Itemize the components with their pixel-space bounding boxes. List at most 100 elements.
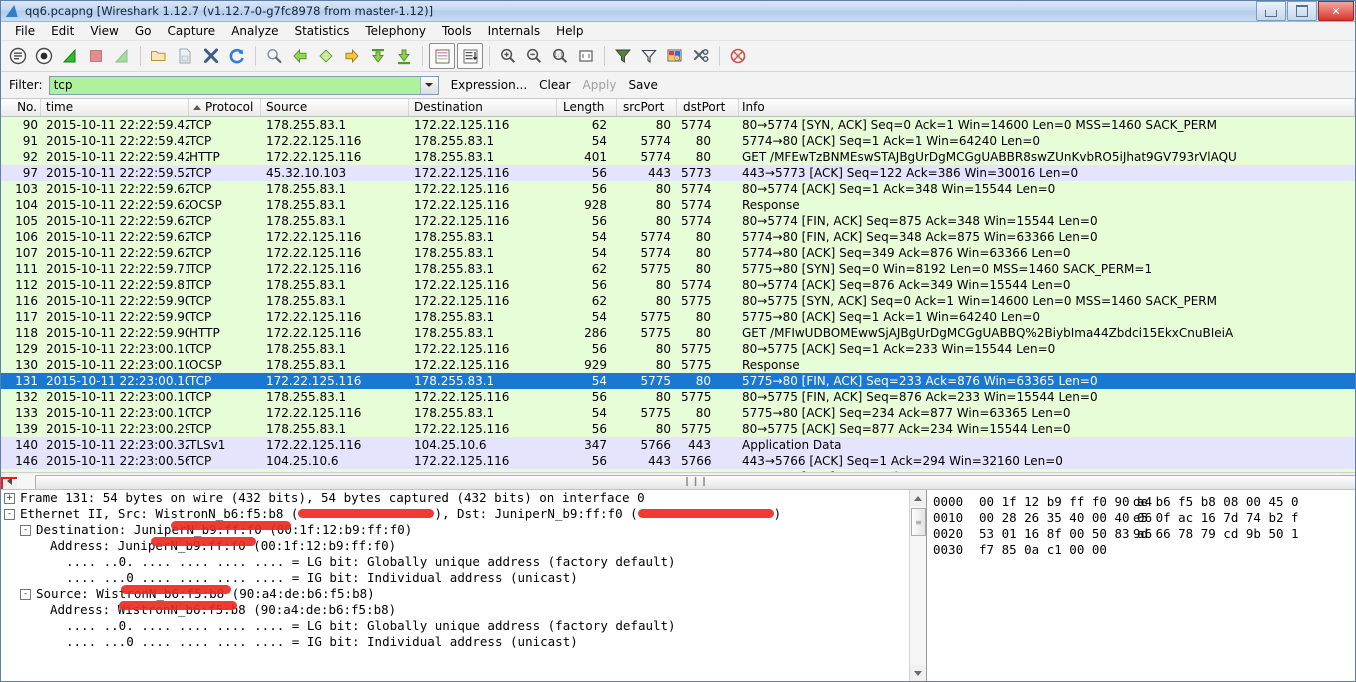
detail-tree-item[interactable]: + Frame 131: 54 bytes on wire (432 bits),… <box>1 490 909 506</box>
hscroll-track[interactable]: ❙❙❙ <box>17 473 1355 489</box>
table-row[interactable]: 132 2015-10-11 22:23:00.10 TCP 178.255.83.1… <box>1 389 1355 405</box>
capture-filters-icon[interactable] <box>611 44 635 68</box>
capture-options-icon[interactable] <box>32 44 56 68</box>
zoom-100-icon[interactable]: 1:1 <box>548 44 572 68</box>
table-row[interactable]: 90 2015-10-11 22:22:59.42 TCP 178.255.83.1 1… <box>1 117 1355 133</box>
packet-list-rows[interactable]: 90 2015-10-11 22:22:59.42 TCP 178.255.83.1 1… <box>1 117 1355 472</box>
auto-scroll-live-capture-icon[interactable] <box>457 43 483 69</box>
collapse-icon[interactable]: - <box>20 524 31 536</box>
menu-go[interactable]: Go <box>127 23 160 39</box>
go-back-icon[interactable] <box>288 44 312 68</box>
detail-tree-item[interactable]: -Source: WistronN_b6:f5:b8 (90:a4:de:b6:… <box>1 585 909 602</box>
column-header-source[interactable]: Source <box>261 99 409 116</box>
packet-detail-pane[interactable]: + Frame 131: 54 bytes on wire (432 bits),… <box>1 490 909 681</box>
open-file-icon[interactable] <box>147 44 171 68</box>
table-row[interactable]: 139 2015-10-11 22:23:00.29 TCP 178.255.83.1… <box>1 421 1355 437</box>
table-row[interactable]: 133 2015-10-11 22:23:00.10 TCP 172.22.125.1… <box>1 405 1355 421</box>
preferences-icon[interactable] <box>689 44 713 68</box>
colorize-packet-list-icon[interactable] <box>429 43 455 69</box>
menu-capture[interactable]: Capture <box>159 23 223 39</box>
column-header-time[interactable]: time <box>41 99 189 116</box>
detail-tree-item[interactable]: Address: WistronN_b6:f5:b8 (90:a4:de:b6:… <box>1 601 909 618</box>
menu-edit[interactable]: Edit <box>43 23 82 39</box>
column-header-srcport[interactable]: srcPort <box>617 99 677 116</box>
maximize-button[interactable] <box>1287 1 1317 21</box>
table-row[interactable]: 1492015-10-11 22:23:00.58TCP172.22.125.1… <box>1 469 1355 472</box>
table-row[interactable]: 130 2015-10-11 22:23:00.10 OCSP 178.255.83.… <box>1 357 1355 373</box>
table-row[interactable]: 129 2015-10-11 22:23:00.10 TCP 178.255.83.1… <box>1 341 1355 357</box>
table-row[interactable]: 146 2015-10-11 22:23:00.56 TCP 104.25.10.6 1… <box>1 453 1355 469</box>
table-row[interactable]: 117 2015-10-11 22:22:59.90 TCP 172.22.125.1… <box>1 309 1355 325</box>
menu-telephony[interactable]: Telephony <box>357 23 434 39</box>
detail-tree-item[interactable]: .... ...0 .... .... .... .... = IG bit: … <box>1 634 909 650</box>
table-row[interactable]: 111 2015-10-11 22:22:59.71 TCP 172.22.125.1… <box>1 261 1355 277</box>
table-row[interactable]: 97 2015-10-11 22:22:59.52 TCP 45.32.10.103 1… <box>1 165 1355 181</box>
resize-columns-icon[interactable] <box>574 44 598 68</box>
find-packet-icon[interactable] <box>262 44 286 68</box>
stop-capture-icon[interactable] <box>84 44 108 68</box>
apply-filter-button[interactable]: Apply <box>583 78 617 92</box>
save-filter-button[interactable]: Save <box>628 78 657 92</box>
table-row[interactable]: 106 2015-10-11 22:22:59.62 TCP 172.22.125.1… <box>1 229 1355 245</box>
coloring-rules-icon[interactable] <box>663 44 687 68</box>
column-header-protocol[interactable]: Protocol <box>189 99 261 116</box>
table-row[interactable]: 105 2015-10-11 22:22:59.62 TCP 178.255.83.1… <box>1 213 1355 229</box>
column-header-destination[interactable]: Destination <box>409 99 557 116</box>
packet-detail-vscrollbar[interactable]: ≡ <box>909 490 926 681</box>
go-forward-icon[interactable] <box>314 44 338 68</box>
packet-list-hscrollbar[interactable]: ❙❙❙ <box>1 472 1355 489</box>
filter-dropdown-button[interactable] <box>419 76 438 94</box>
column-header-length[interactable]: Length <box>557 99 617 116</box>
menu-view[interactable]: View <box>82 23 126 39</box>
go-first-packet-icon[interactable] <box>366 44 390 68</box>
expression-button[interactable]: Expression... <box>451 78 528 92</box>
table-row[interactable]: 116 2015-10-11 22:22:59.90 TCP 178.255.83.1… <box>1 293 1355 309</box>
scroll-up-button[interactable] <box>910 490 926 506</box>
clear-filter-button[interactable]: Clear <box>539 78 570 92</box>
minimize-button[interactable] <box>1256 1 1286 21</box>
vscroll-thumb[interactable]: ≡ <box>911 508 926 536</box>
menu-tools[interactable]: Tools <box>434 23 480 39</box>
collapse-icon[interactable]: - <box>20 588 31 600</box>
detail-tree-item[interactable]: .... ..0. .... .... .... .... = LG bit: … <box>1 554 909 570</box>
scroll-left-button[interactable] <box>1 473 17 489</box>
zoom-out-icon[interactable] <box>522 44 546 68</box>
list-interfaces-icon[interactable] <box>6 44 30 68</box>
packet-bytes-pane[interactable]: 0000 00 1f 12 b9 ff f0 90 a4de b6 f5 b8 0… <box>926 490 1355 681</box>
close-file-icon[interactable] <box>199 44 223 68</box>
menu-file[interactable]: File <box>7 23 43 39</box>
table-row[interactable]: 140 2015-10-11 22:23:00.32 TLSv1 172.22.125… <box>1 437 1355 453</box>
menu-statistics[interactable]: Statistics <box>286 23 357 39</box>
table-row[interactable]: 103 2015-10-11 22:22:59.62 TCP 178.255.83.1… <box>1 181 1355 197</box>
table-row[interactable]: 118 2015-10-11 22:22:59.90 HTTP 172.22.125.… <box>1 325 1355 341</box>
table-row[interactable]: 104 2015-10-11 22:22:59.62 OCSP 178.255.83.… <box>1 197 1355 213</box>
filter-combobox[interactable] <box>48 75 439 95</box>
scroll-down-button[interactable] <box>910 665 926 681</box>
close-button[interactable]: ✕ <box>1318 1 1354 21</box>
vscroll-track[interactable]: ≡ <box>910 506 926 665</box>
go-to-packet-icon[interactable] <box>340 44 364 68</box>
table-row[interactable]: 131 2015-10-11 22:23:00.10 TCP 172.22.125.1… <box>1 373 1355 389</box>
table-row[interactable]: 91 2015-10-11 22:22:59.42 TCP 172.22.125.11… <box>1 133 1355 149</box>
zoom-in-icon[interactable] <box>496 44 520 68</box>
menu-help[interactable]: Help <box>548 23 591 39</box>
table-row[interactable]: 107 2015-10-11 22:22:59.62 TCP 172.22.125.1… <box>1 245 1355 261</box>
detail-tree-item[interactable]: .... ...0 .... .... .... .... = IG bit: … <box>1 570 909 586</box>
display-filters-icon[interactable] <box>637 44 661 68</box>
table-row[interactable]: 112 2015-10-11 22:22:59.81 TCP 178.255.83.1… <box>1 277 1355 293</box>
collapse-icon[interactable]: - <box>4 508 15 520</box>
table-row[interactable]: 92 2015-10-11 22:22:59.42 HTTP 172.22.125.1… <box>1 149 1355 165</box>
reload-file-icon[interactable] <box>225 44 249 68</box>
go-last-packet-icon[interactable] <box>392 44 416 68</box>
hscroll-thumb[interactable]: ❙❙❙ <box>35 474 1355 489</box>
detail-tree-item[interactable]: -Destination: JuniperN_b9:ff:f0 (00:1f:1… <box>1 521 909 538</box>
detail-tree-item[interactable]: - Ethernet II, Src: WistronN_b6:f5:b8 (),… <box>1 506 909 522</box>
menu-internals[interactable]: Internals <box>480 23 549 39</box>
menu-analyze[interactable]: Analyze <box>223 23 286 39</box>
restart-capture-icon[interactable] <box>110 44 134 68</box>
help-contents-icon[interactable] <box>726 44 750 68</box>
save-file-icon[interactable] <box>173 44 197 68</box>
column-header-no[interactable]: No. <box>1 99 41 116</box>
detail-tree-item[interactable]: Address: JuniperN_b9:ff:f0 (00:1f:12:b9:… <box>1 537 909 554</box>
column-header-info[interactable]: Info <box>739 99 1355 116</box>
